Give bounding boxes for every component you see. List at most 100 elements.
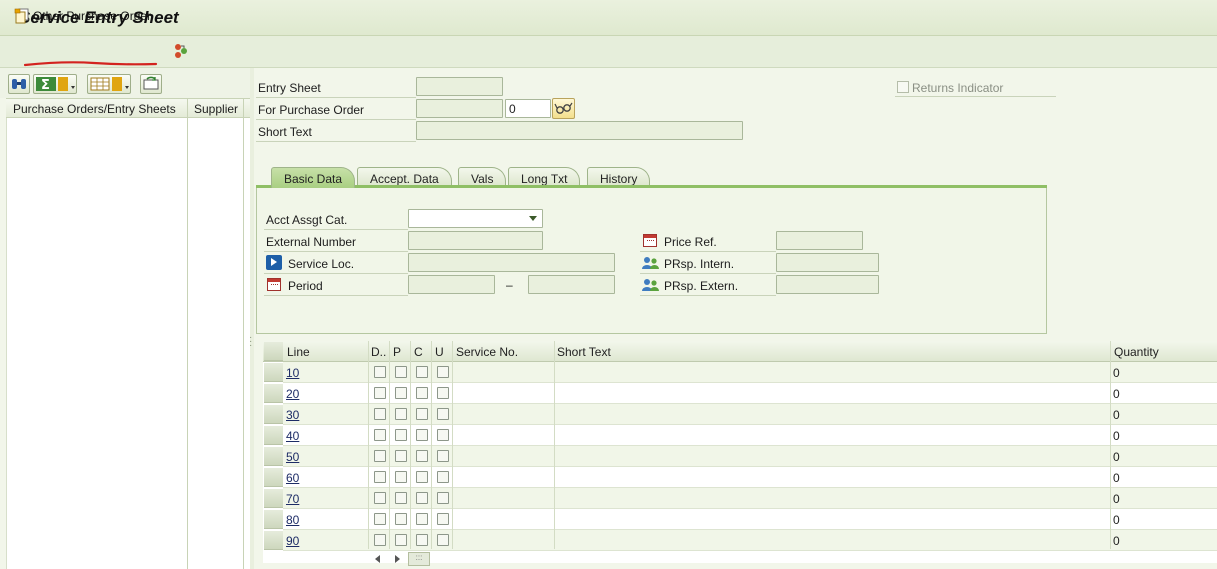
prsp-extern-input[interactable]: [776, 275, 879, 294]
row-selector[interactable]: [264, 405, 283, 424]
row-checkbox[interactable]: [374, 492, 386, 504]
row-checkbox[interactable]: [416, 408, 428, 420]
service-loc-detail-icon[interactable]: [266, 255, 282, 270]
row-checkbox[interactable]: [395, 534, 407, 546]
row-checkbox[interactable]: [395, 450, 407, 462]
line-number-link[interactable]: 60: [286, 471, 299, 485]
row-checkbox[interactable]: [437, 387, 449, 399]
row-checkbox[interactable]: [374, 387, 386, 399]
row-checkbox[interactable]: [395, 513, 407, 525]
refresh-tree-button[interactable]: [140, 74, 162, 94]
quantity-cell[interactable]: 0: [1113, 366, 1120, 380]
column-header-c[interactable]: C: [414, 345, 423, 359]
row-checkbox[interactable]: [437, 408, 449, 420]
quantity-cell[interactable]: 0: [1113, 408, 1120, 422]
row-checkbox[interactable]: [374, 408, 386, 420]
quantity-cell[interactable]: 0: [1113, 492, 1120, 506]
other-purchase-order-button[interactable]: Other Purchase Order: [14, 6, 153, 26]
row-checkbox[interactable]: [395, 471, 407, 483]
quantity-cell[interactable]: 0: [1113, 513, 1120, 527]
quantity-cell[interactable]: 0: [1113, 534, 1120, 548]
row-checkbox[interactable]: [416, 534, 428, 546]
row-selector[interactable]: [264, 447, 283, 466]
row-selector[interactable]: [264, 510, 283, 529]
row-checkbox[interactable]: [437, 492, 449, 504]
column-header-line[interactable]: Line: [287, 345, 310, 359]
line-number-link[interactable]: 30: [286, 408, 299, 422]
column-header-supplier[interactable]: Supplier: [194, 102, 238, 116]
sum-button[interactable]: Σ: [33, 74, 77, 94]
row-checkbox[interactable]: [395, 492, 407, 504]
find-button[interactable]: [8, 74, 30, 94]
line-number-link[interactable]: 50: [286, 450, 299, 464]
row-checkbox[interactable]: [437, 366, 449, 378]
pane-splitter[interactable]: [250, 68, 254, 569]
row-checkbox[interactable]: [437, 429, 449, 441]
row-selector[interactable]: [264, 363, 283, 382]
row-checkbox[interactable]: [416, 429, 428, 441]
row-selector[interactable]: [264, 384, 283, 403]
line-number-link[interactable]: 40: [286, 429, 299, 443]
row-checkbox[interactable]: [374, 429, 386, 441]
external-number-input[interactable]: [408, 231, 543, 250]
row-checkbox[interactable]: [395, 387, 407, 399]
row-checkbox[interactable]: [374, 534, 386, 546]
row-checkbox[interactable]: [416, 471, 428, 483]
row-selector[interactable]: [264, 531, 283, 550]
row-selector[interactable]: [264, 426, 283, 445]
splitter-grip-icon[interactable]: · · ·: [249, 333, 252, 351]
horizontal-scrollbar-thumb[interactable]: :::: [408, 552, 430, 566]
line-number-link[interactable]: 10: [286, 366, 299, 380]
quantity-cell[interactable]: 0: [1113, 471, 1120, 485]
row-checkbox[interactable]: [416, 387, 428, 399]
purchase-order-input[interactable]: [416, 99, 503, 118]
row-selector[interactable]: [264, 489, 283, 508]
row-checkbox[interactable]: [416, 492, 428, 504]
row-checkbox[interactable]: [395, 429, 407, 441]
column-header-deletion[interactable]: D..: [371, 345, 386, 359]
short-text-input[interactable]: [416, 121, 743, 140]
line-number-link[interactable]: 90: [286, 534, 299, 548]
service-loc-input[interactable]: [408, 253, 615, 272]
row-checkbox[interactable]: [374, 450, 386, 462]
row-checkbox[interactable]: [395, 408, 407, 420]
row-checkbox[interactable]: [437, 513, 449, 525]
scroll-left-icon[interactable]: [375, 555, 380, 563]
row-checkbox[interactable]: [374, 471, 386, 483]
row-checkbox[interactable]: [437, 450, 449, 462]
row-selector[interactable]: [264, 468, 283, 487]
row-checkbox[interactable]: [416, 366, 428, 378]
column-header-short-text[interactable]: Short Text: [557, 345, 611, 359]
column-header-u[interactable]: U: [435, 345, 444, 359]
refresh-icon[interactable]: [172, 42, 190, 60]
search-help-button[interactable]: [552, 98, 575, 119]
select-all-button[interactable]: [264, 342, 283, 361]
scroll-right-icon[interactable]: [395, 555, 400, 563]
row-checkbox[interactable]: [374, 513, 386, 525]
period-to-input[interactable]: [528, 275, 615, 294]
left-tree-body[interactable]: [6, 118, 250, 569]
quantity-cell[interactable]: 0: [1113, 429, 1120, 443]
row-checkbox[interactable]: [416, 513, 428, 525]
row-checkbox[interactable]: [374, 366, 386, 378]
price-ref-input[interactable]: [776, 231, 863, 250]
po-item-input[interactable]: [505, 99, 551, 118]
acct-assgt-cat-select[interactable]: [408, 209, 543, 228]
row-checkbox[interactable]: [437, 534, 449, 546]
quantity-cell[interactable]: 0: [1113, 450, 1120, 464]
entry-sheet-input[interactable]: [416, 77, 503, 96]
quantity-cell[interactable]: 0: [1113, 387, 1120, 401]
column-header-quantity[interactable]: Quantity: [1114, 345, 1159, 359]
layout-button[interactable]: [87, 74, 131, 94]
row-checkbox[interactable]: [395, 366, 407, 378]
prsp-intern-input[interactable]: [776, 253, 879, 272]
period-from-input[interactable]: [408, 275, 495, 294]
tab-basic-data[interactable]: Basic Data: [271, 167, 356, 188]
row-checkbox[interactable]: [416, 450, 428, 462]
row-checkbox[interactable]: [437, 471, 449, 483]
line-number-link[interactable]: 70: [286, 492, 299, 506]
returns-indicator-checkbox[interactable]: [897, 81, 909, 93]
line-number-link[interactable]: 80: [286, 513, 299, 527]
column-header-service-no[interactable]: Service No.: [456, 345, 518, 359]
column-header-p[interactable]: P: [393, 345, 401, 359]
